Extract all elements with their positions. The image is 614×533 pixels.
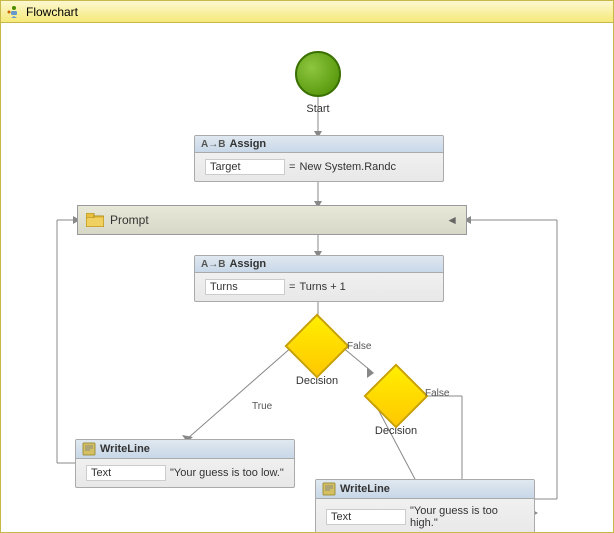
assign2-row: Turns = Turns + 1 <box>201 277 437 297</box>
prompt-label: Prompt <box>110 213 149 227</box>
writeline2-body: Text "Your guess is too high." <box>316 499 534 532</box>
assign2-body: Turns = Turns + 1 <box>195 273 443 301</box>
writeline2-value: "Your guess is too high." <box>410 505 524 529</box>
writeline1-value: "Your guess is too low." <box>170 467 284 479</box>
title-bar: Flowchart <box>1 1 613 23</box>
writeline2-header: WriteLine <box>316 480 534 499</box>
writeline2-icon <box>322 482 336 496</box>
assign1-header: A→B Assign <box>195 136 443 153</box>
writeline1-body: Text "Your guess is too low." <box>76 459 294 487</box>
writeline2-field: Text <box>326 509 406 525</box>
assign1-icon: A→B <box>201 139 225 150</box>
flowchart-icon <box>7 5 21 19</box>
assign1-row: Target = New System.Randc <box>201 157 437 177</box>
decision2-wrapper <box>371 371 421 421</box>
decision1-diamond <box>284 313 349 378</box>
assign1-title: Assign <box>229 138 266 150</box>
assign2-box[interactable]: A→B Assign Turns = Turns + 1 <box>194 255 444 302</box>
writeline1-box[interactable]: WriteLine Text "Your guess is too low." <box>75 439 295 488</box>
writeline1-icon <box>82 442 96 456</box>
prompt-back-arrow: ◄ <box>446 213 458 227</box>
assign1-body: Target = New System.Randc <box>195 153 443 181</box>
flow-container: Start A→B Assign Target = New System.Ran… <box>17 23 597 532</box>
assign1-target: Target <box>205 159 285 175</box>
writeline2-row: Text "Your guess is too high." <box>322 503 528 531</box>
true-label: True <box>252 401 272 412</box>
decision2-container[interactable]: Decision <box>371 371 421 437</box>
window-title: Flowchart <box>26 5 78 19</box>
prompt-box[interactable]: Prompt ◄ <box>77 205 467 235</box>
window: Flowchart <box>0 0 614 533</box>
prompt-icon <box>86 213 104 227</box>
start-label: Start <box>295 103 341 115</box>
assign2-title: Assign <box>229 258 266 270</box>
assign1-eq: = <box>289 161 295 173</box>
start-node[interactable] <box>295 51 341 97</box>
assign2-target: Turns <box>205 279 285 295</box>
false-label-2: False <box>425 388 449 399</box>
decision1-container[interactable]: Decision <box>292 321 342 387</box>
canvas: Start A→B Assign Target = New System.Ran… <box>1 23 613 532</box>
assign1-value: New System.Randc <box>299 161 396 173</box>
decision1-wrapper <box>292 321 342 371</box>
assign2-icon: A→B <box>201 259 225 270</box>
writeline2-box[interactable]: WriteLine Text "Your guess is too high." <box>315 479 535 532</box>
writeline1-field: Text <box>86 465 166 481</box>
writeline2-title: WriteLine <box>340 483 390 495</box>
writeline1-header: WriteLine <box>76 440 294 459</box>
false-label-1: False <box>347 341 371 352</box>
assign2-value: Turns + 1 <box>299 281 345 293</box>
assign2-eq: = <box>289 281 295 293</box>
assign2-header: A→B Assign <box>195 256 443 273</box>
assign1-box[interactable]: A→B Assign Target = New System.Randc <box>194 135 444 182</box>
decision2-diamond <box>363 363 428 428</box>
writeline1-title: WriteLine <box>100 443 150 455</box>
writeline1-row: Text "Your guess is too low." <box>82 463 288 483</box>
